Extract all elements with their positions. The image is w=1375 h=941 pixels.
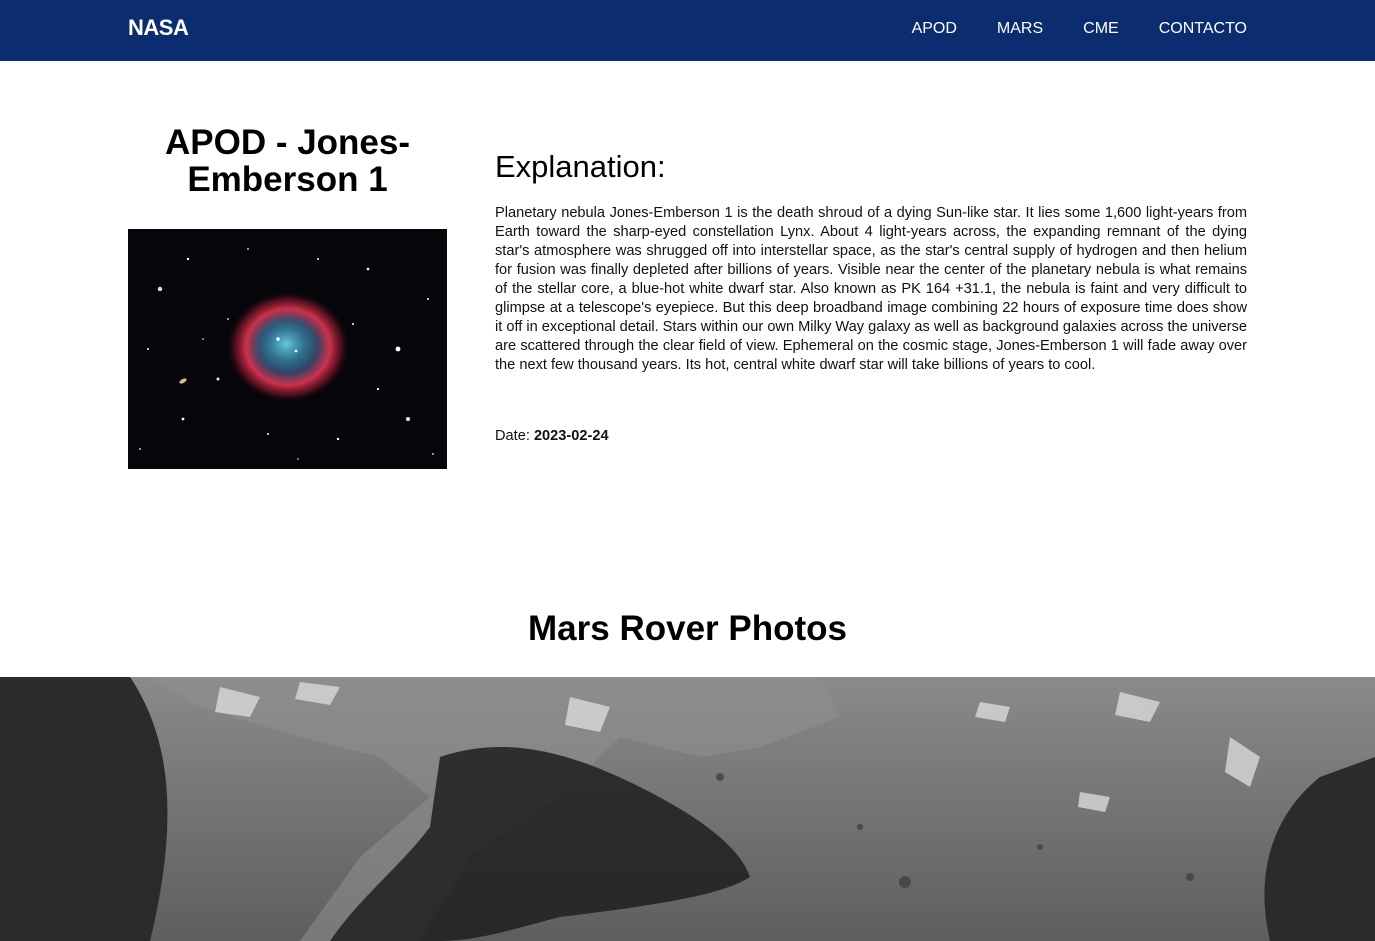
apod-nebula-image: [128, 229, 447, 469]
nav-link-contacto[interactable]: CONTACTO: [1159, 20, 1247, 38]
date-value: 2023-02-24: [533, 428, 609, 444]
nav-link-cme[interactable]: CME: [1083, 20, 1119, 38]
mars-rover-photo: [0, 677, 1375, 941]
date-label: Date:: [495, 428, 534, 444]
explanation-text: Planetary nebula Jones-Emberson 1 is the…: [495, 205, 1247, 373]
nav-link-mars[interactable]: MARS: [997, 20, 1043, 38]
date-line: Date: 2023-02-24: [495, 428, 609, 444]
top-navbar: NASA APOD MARS CME CONTACTO: [0, 0, 1375, 61]
apod-title: APOD - Jones-Emberson 1: [164, 123, 411, 199]
nebula-illustration: [128, 229, 447, 469]
brand-logo-link[interactable]: NASA: [128, 15, 189, 41]
explanation-heading: Explanation:: [495, 149, 666, 184]
mars-ground-illustration: [0, 677, 1375, 941]
mars-section-title: Mars Rover Photos: [528, 609, 847, 648]
nav-links: APOD MARS CME CONTACTO: [912, 20, 1247, 38]
nav-link-apod[interactable]: APOD: [912, 20, 957, 38]
